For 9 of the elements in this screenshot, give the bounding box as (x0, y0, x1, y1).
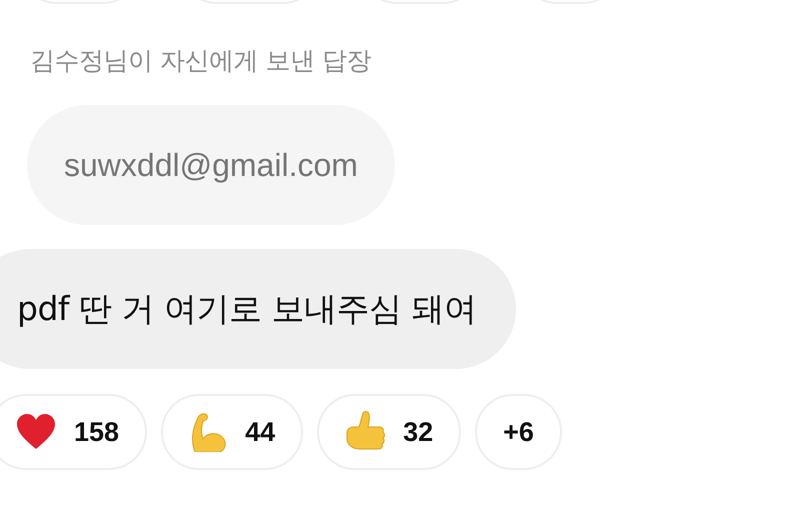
reaction-pill[interactable]: 158 (0, 394, 148, 470)
reaction-pill[interactable]: 32 (317, 394, 462, 470)
quoted-message: suwxddl@gmail.com (27, 105, 395, 225)
flexed-arm-icon (189, 412, 228, 452)
heart-icon (16, 414, 56, 450)
reaction-pill[interactable]: 44 (161, 394, 304, 470)
message-bubble: pdf 딴 거 여기로 보내주심 돼여 (0, 249, 516, 369)
reply-label: 김수정님이 자신에게 보낸 답장 (30, 45, 372, 77)
reaction-pill[interactable]: +6 (475, 394, 562, 470)
